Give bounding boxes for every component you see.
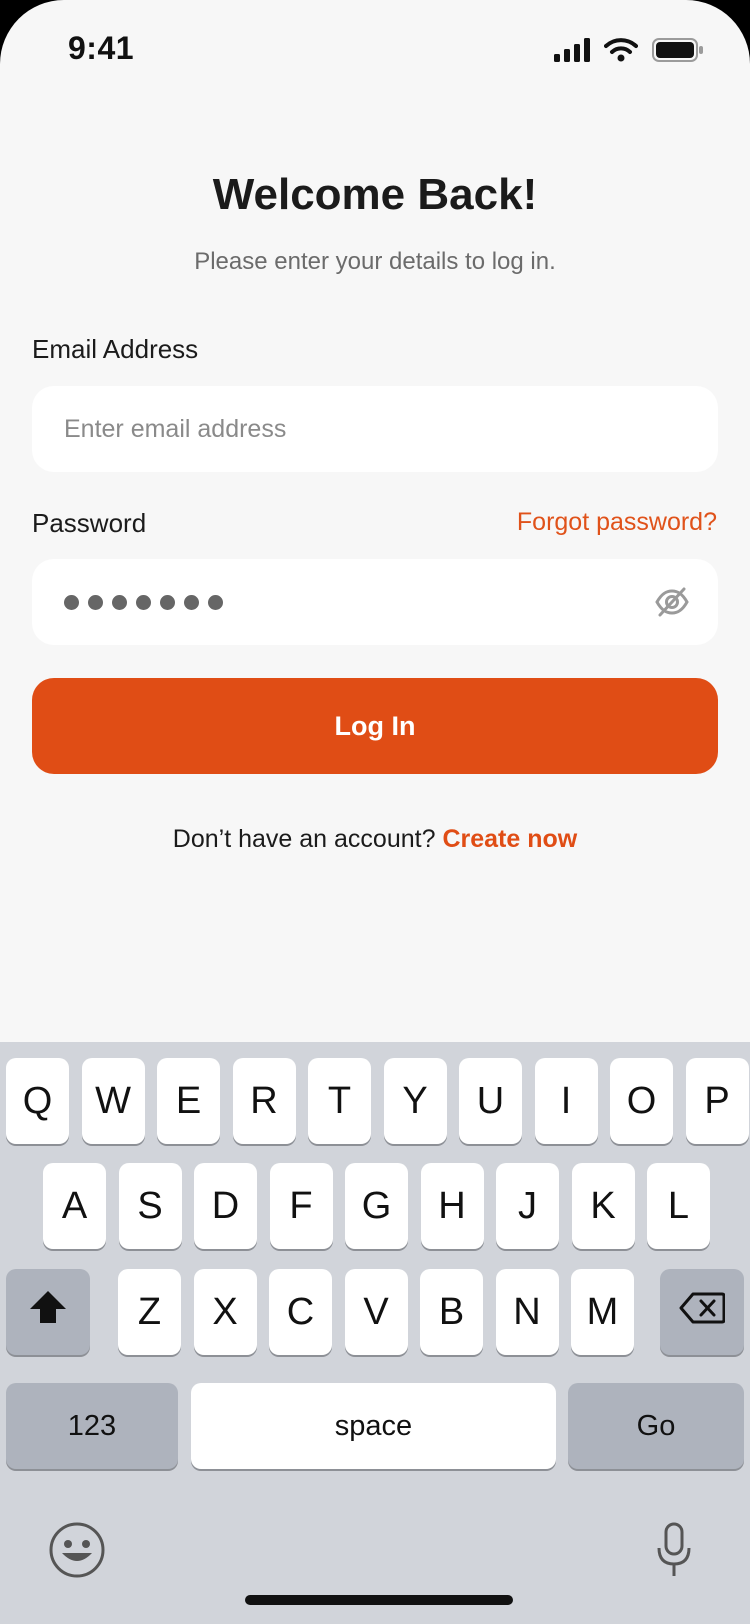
wifi-icon <box>604 38 638 67</box>
key-r[interactable]: R <box>232 1058 296 1144</box>
key-g[interactable]: G <box>345 1163 408 1249</box>
backspace-key[interactable] <box>660 1269 744 1355</box>
login-button[interactable]: Log In <box>32 678 718 774</box>
page-subtitle: Please enter your details to log in. <box>194 248 556 275</box>
password-field[interactable] <box>32 559 718 645</box>
key-j[interactable]: J <box>496 1163 559 1249</box>
key-c[interactable]: C <box>269 1269 332 1355</box>
password-dot <box>184 594 199 610</box>
forgot-password-link[interactable]: Forgot password? <box>517 508 717 537</box>
password-dot <box>136 594 151 610</box>
key-t[interactable]: T <box>308 1058 371 1144</box>
status-bar: 9:41 <box>0 0 750 100</box>
password-dot <box>88 594 103 610</box>
go-key[interactable]: Go <box>568 1383 744 1469</box>
key-w[interactable]: W <box>81 1058 145 1144</box>
password-dot <box>160 594 175 610</box>
signup-prompt: Don’t have an account? <box>172 825 436 853</box>
microphone-icon[interactable] <box>656 1522 692 1585</box>
key-p[interactable]: P <box>685 1058 749 1144</box>
key-u[interactable]: U <box>459 1058 522 1144</box>
numbers-key[interactable]: 123 <box>6 1383 178 1469</box>
keyboard: QWERTYUIOP ASDFGHJKL ZXCVBNM 123 space G… <box>0 1042 750 1624</box>
key-i[interactable]: I <box>534 1058 598 1144</box>
shift-key[interactable] <box>6 1269 90 1355</box>
key-b[interactable]: B <box>420 1269 483 1355</box>
home-indicator <box>245 1595 513 1605</box>
key-v[interactable]: V <box>344 1269 408 1355</box>
eye-off-icon[interactable] <box>654 584 690 620</box>
password-dot <box>112 594 127 610</box>
emoji-icon[interactable] <box>48 1521 106 1584</box>
email-field-container <box>32 386 718 472</box>
key-l[interactable]: L <box>647 1163 710 1249</box>
email-label: Email Address <box>32 334 199 364</box>
status-icons <box>554 38 704 67</box>
page-title: Welcome Back! <box>212 170 538 219</box>
key-f[interactable]: F <box>269 1163 333 1249</box>
key-x[interactable]: X <box>193 1269 257 1355</box>
space-key[interactable]: space <box>191 1383 556 1469</box>
key-s[interactable]: S <box>118 1163 182 1249</box>
key-y[interactable]: Y <box>383 1058 447 1144</box>
password-dot <box>208 594 223 610</box>
key-h[interactable]: H <box>420 1163 484 1249</box>
password-dot <box>64 594 79 610</box>
shift-icon <box>28 1289 68 1335</box>
status-time: 9:41 <box>68 30 135 66</box>
key-o[interactable]: O <box>610 1058 673 1144</box>
email-field[interactable] <box>32 386 718 472</box>
key-q[interactable]: Q <box>6 1058 69 1144</box>
key-z[interactable]: Z <box>118 1269 181 1355</box>
key-d[interactable]: D <box>194 1163 257 1249</box>
signal-icon <box>554 38 590 67</box>
login-screen: 9:41 Welcome Back! Please enter your det… <box>0 0 750 1624</box>
password-label: Password <box>32 508 147 538</box>
create-account-link[interactable]: Create now <box>442 825 577 853</box>
signup-row: Don’t have an account? Create now <box>0 825 750 854</box>
backspace-icon <box>679 1291 726 1334</box>
key-n[interactable]: N <box>495 1269 559 1355</box>
key-m[interactable]: M <box>571 1269 634 1355</box>
key-a[interactable]: A <box>43 1163 106 1249</box>
key-e[interactable]: E <box>157 1058 220 1144</box>
password-dots <box>64 559 223 645</box>
key-k[interactable]: K <box>571 1163 635 1249</box>
battery-icon <box>652 38 704 67</box>
